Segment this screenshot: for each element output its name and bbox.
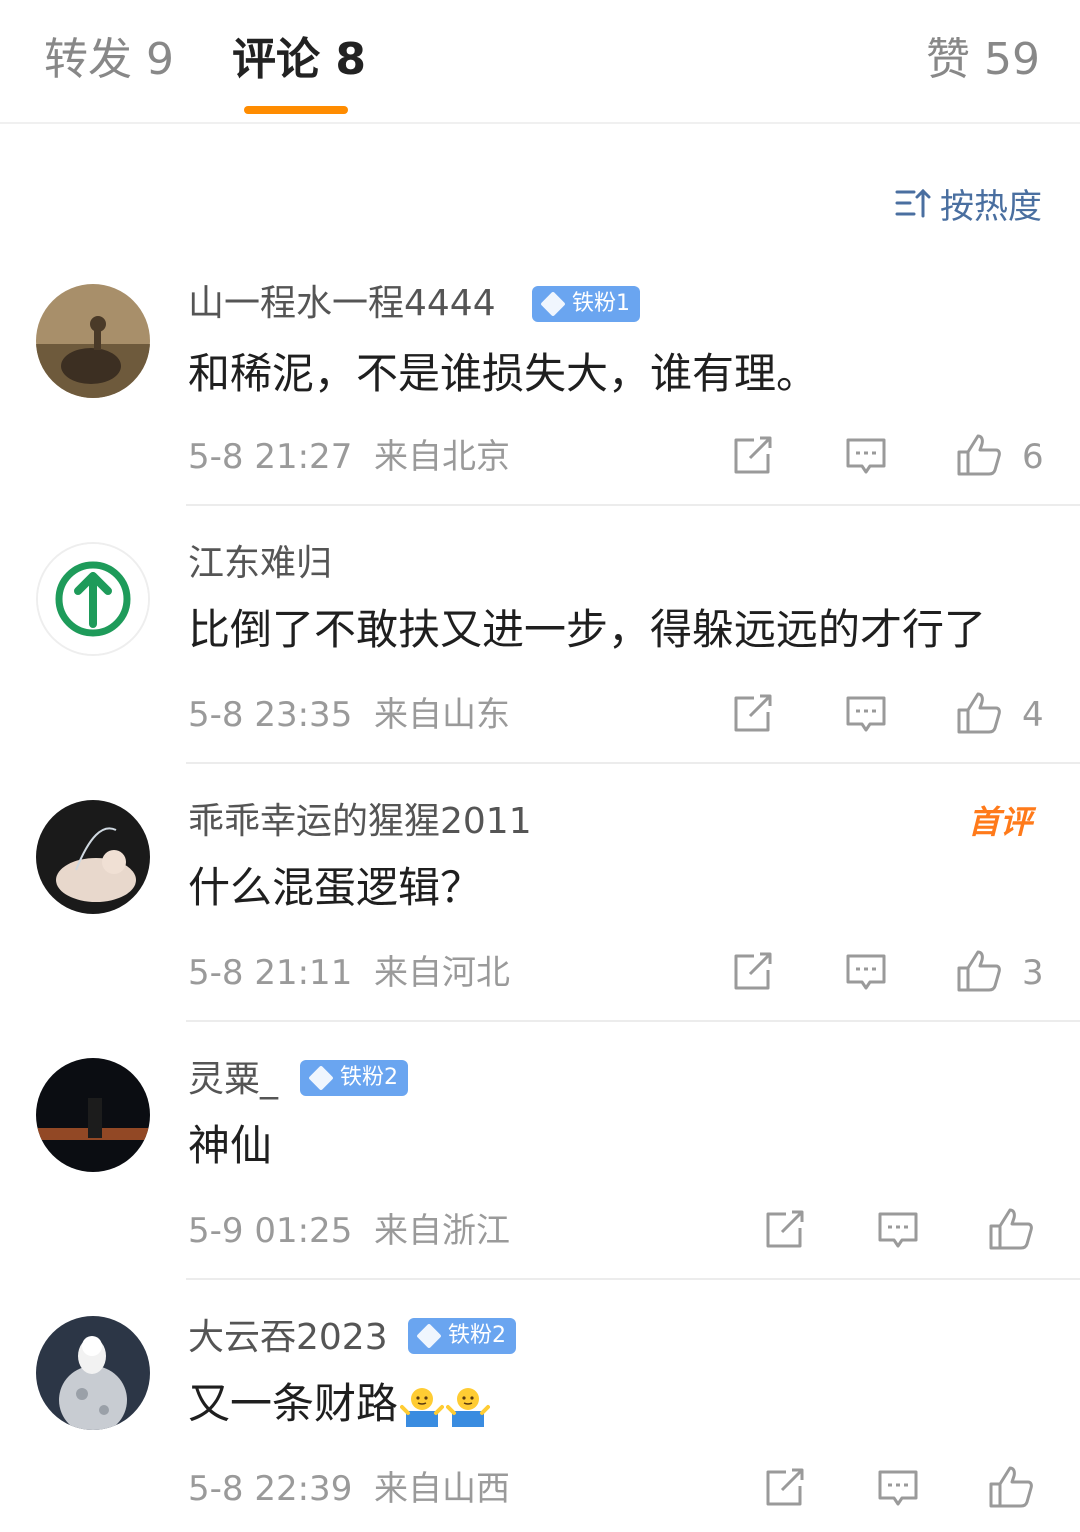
- repost-icon: [766, 1468, 804, 1506]
- username[interactable]: 乖乖幸运的猩猩2011: [188, 798, 532, 846]
- fan-badge-label: 铁粉2: [448, 1323, 506, 1348]
- tab-repost[interactable]: 转发 9: [44, 30, 174, 90]
- repost-button[interactable]: [762, 1466, 806, 1510]
- comment-time: 5-8 21:27: [188, 437, 353, 477]
- comment-meta: 5-8 23:35 来自山东: [188, 692, 510, 738]
- comment-text-body: 又一条财路: [188, 1379, 399, 1428]
- divider: [186, 504, 1080, 506]
- comment-meta: 5-9 01:25 来自浙江: [188, 1208, 510, 1254]
- comment-text: 和稀泥，不是谁损失大，谁有理。: [188, 349, 819, 398]
- reply-button[interactable]: [844, 950, 888, 994]
- avatar[interactable]: [36, 1058, 150, 1172]
- fan-badge-label: 铁粉1: [572, 291, 630, 316]
- avatar[interactable]: [36, 800, 150, 914]
- shrug-emoji-icon: [400, 1387, 445, 1427]
- diamond-icon: [416, 1323, 442, 1349]
- like-count: 6: [1022, 437, 1044, 477]
- comment-meta: 5-8 21:11 来自河北: [188, 950, 510, 996]
- divider: [186, 1278, 1080, 1280]
- repost-icon: [734, 436, 772, 474]
- like-button[interactable]: [988, 1464, 1033, 1508]
- comment-location: 来自北京: [373, 437, 510, 477]
- tab-likes[interactable]: 赞 59: [926, 30, 1040, 90]
- comment-time: 5-8 21:11: [188, 953, 353, 993]
- comment-meta: 5-8 22:39 来自山西: [188, 1466, 510, 1512]
- comment-location: 来自山东: [373, 695, 510, 735]
- avatar[interactable]: [36, 1316, 150, 1430]
- like-button[interactable]: [956, 432, 1001, 476]
- comment-location: 来自河北: [373, 953, 510, 993]
- reply-button[interactable]: [844, 692, 888, 736]
- reply-icon: [878, 1212, 918, 1248]
- comment-location: 来自山西: [373, 1469, 510, 1509]
- avatar[interactable]: [36, 542, 150, 656]
- repost-button[interactable]: [730, 950, 774, 994]
- like-icon: [957, 692, 1001, 734]
- like-icon: [989, 1208, 1033, 1250]
- comment-text: 比倒了不敢扶又进一步，得躲远远的才行了: [188, 605, 987, 654]
- fan-badge[interactable]: 铁粉2: [300, 1060, 408, 1096]
- like-icon: [957, 434, 1001, 476]
- sort-label: 按热度: [940, 186, 1042, 227]
- comment-text: 什么混蛋逻辑？: [188, 863, 483, 912]
- reply-button[interactable]: [876, 1466, 920, 1510]
- username[interactable]: 灵粟_: [188, 1056, 278, 1104]
- username[interactable]: 大云吞2023: [188, 1314, 388, 1362]
- reply-icon: [846, 696, 886, 732]
- repost-button[interactable]: [730, 692, 774, 736]
- like-icon: [989, 1466, 1033, 1508]
- reply-icon: [846, 438, 886, 474]
- repost-icon: [734, 952, 772, 990]
- sort-by-hot-button[interactable]: 按热度: [894, 178, 1042, 228]
- like-count: 3: [1022, 953, 1044, 993]
- repost-icon: [766, 1210, 804, 1248]
- reply-icon: [846, 954, 886, 990]
- tab-comments[interactable]: 评论 8: [232, 30, 366, 90]
- repost-button[interactable]: [762, 1208, 806, 1252]
- sort-icon: [895, 188, 931, 218]
- comment-time: 5-9 01:25: [188, 1211, 353, 1251]
- like-button[interactable]: [956, 690, 1001, 734]
- diamond-icon: [540, 291, 566, 317]
- first-comment-tag: 首评: [967, 803, 1032, 841]
- shrug-emoji-icon: [446, 1387, 491, 1427]
- like-button[interactable]: [988, 1206, 1033, 1250]
- reply-button[interactable]: [844, 434, 888, 478]
- divider: [186, 762, 1080, 764]
- reply-button[interactable]: [876, 1208, 920, 1252]
- like-count: 4: [1022, 695, 1044, 735]
- fan-badge[interactable]: 铁粉1: [532, 286, 640, 322]
- fan-badge[interactable]: 铁粉2: [408, 1318, 516, 1354]
- divider: [186, 1020, 1080, 1022]
- avatar[interactable]: [36, 284, 150, 398]
- diamond-icon: [308, 1065, 334, 1091]
- comment-location: 来自浙江: [373, 1211, 510, 1251]
- comment-text: 神仙: [188, 1121, 273, 1170]
- comment-time: 5-8 22:39: [188, 1469, 353, 1509]
- like-icon: [957, 950, 1001, 992]
- username[interactable]: 江东难归: [188, 540, 332, 588]
- repost-button[interactable]: [730, 434, 774, 478]
- reply-icon: [878, 1470, 918, 1506]
- fan-badge-label: 铁粉2: [340, 1065, 398, 1090]
- comment-time: 5-8 23:35: [188, 695, 353, 735]
- comment-text: 又一条财路: [188, 1376, 491, 1432]
- username[interactable]: 山一程水一程4444: [188, 280, 496, 328]
- comment-meta: 5-8 21:27 来自北京: [188, 434, 510, 480]
- like-button[interactable]: [956, 948, 1001, 992]
- repost-icon: [734, 694, 772, 732]
- active-tab-indicator: [244, 106, 348, 114]
- comment-tabs: 转发 9 评论 8 赞 59: [0, 0, 1080, 124]
